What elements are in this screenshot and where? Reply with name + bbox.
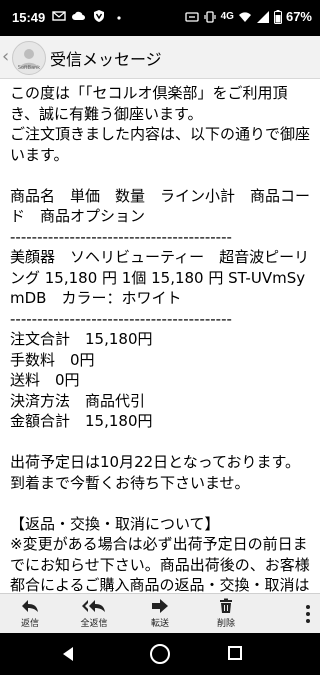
signal-bars-icon [256,10,269,23]
message-line: 出荷予定日は10月22日となっております。 [10,453,301,471]
app-bar: ‹ SoftBank 受信メッセージ [0,36,320,79]
reply-icon [22,600,38,612]
delete-label: 削除 [216,619,235,629]
battery-icon [273,9,282,24]
message-line: 【返品・交換・取消について】 [10,514,220,533]
forward-button[interactable]: 転送 [132,596,188,632]
cloud-icon [72,11,85,20]
message-line: 送料 0円 [10,371,80,389]
message-line: 美顔器 ソヘリビューティー 超音波ピーリング 15,180 円 1個 15,18… [10,248,310,307]
page-title: 受信メッセージ [50,50,162,69]
trash-icon [220,598,232,613]
forward-arrow-icon [152,599,168,613]
message-line: 注文合計 15,180円 [10,330,153,348]
status-right: 4G 67% [184,9,312,24]
divider-line: ----------------------------------------… [10,309,232,328]
message-line: 到着まで今暫くお待ち下さいませ。 [10,473,250,492]
nav-recents-icon[interactable] [228,646,242,660]
message-line: 金額合計 15,180円 [10,412,153,430]
back-chevron-icon[interactable]: ‹ [2,46,9,67]
notification-icons [52,9,126,23]
dot-icon [117,16,121,20]
system-nav-bar [0,633,320,675]
divider-line: ----------------------------------------… [10,227,232,246]
forward-label: 転送 [150,619,169,629]
overflow-menu-icon[interactable] [302,602,314,626]
reply-label: 返信 [20,619,39,629]
vibrate-icon [204,10,216,23]
sender-avatar: SoftBank [12,41,46,75]
reply-button[interactable]: 返信 [2,596,58,632]
network-type: 4G [220,11,234,22]
battery-percent: 67% [285,9,312,24]
mail-icon [52,11,66,21]
signal-icon [184,11,199,22]
message-body[interactable]: この度は「「セコルオ倶楽部」をご利用頂き、誠に有難う御座います。 ご注文頂きまし… [0,79,320,593]
shield-icon [94,10,104,22]
message-text: この度は「「セコルオ倶楽部」をご利用頂き、誠に有難う御座います。 ご注文頂きまし… [10,83,316,593]
reply-all-icon [82,600,105,612]
message-line: 手数料 0円 [10,350,95,369]
wifi-icon [238,11,251,22]
status-time: 15:49 [12,10,46,25]
message-line: ※変更がある場合は必ず出荷予定日の前日までにお知らせ下さい。商品出荷後の、お客様… [10,535,310,593]
reply-all-label: 全返信 [80,619,108,629]
reply-all-button[interactable]: 全返信 [66,596,122,632]
nav-home-icon[interactable] [150,644,170,664]
message-line: 決済方法 商品代引 [10,391,146,410]
message-line: ご注文頂きました内容は、以下の通りで御座います。 [10,125,311,164]
message-line: この度は「「セコルオ倶楽部」をご利用頂き、誠に有難う御座います。 [10,84,288,123]
status-bar: 15:49 4G 67% [0,0,320,36]
delete-button[interactable]: 削除 [198,596,254,632]
avatar-brand: SoftBank [17,65,41,71]
message-line: 商品名 単価 数量 ライン小計 商品コード 商品オプション [10,186,311,226]
nav-back-icon[interactable] [60,646,76,662]
message-toolbar: 返信 全返信 転送 削除 [0,593,320,634]
